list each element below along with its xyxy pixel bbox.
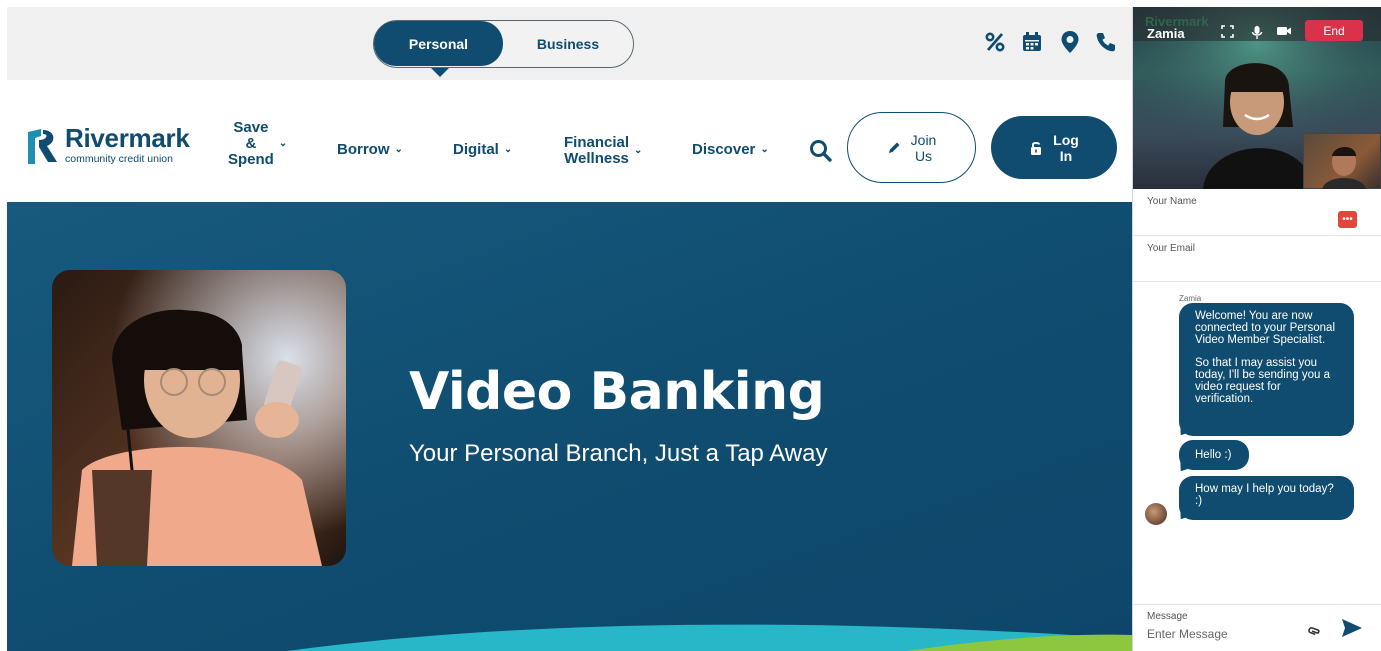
chevron-down-icon: ⌄: [278, 138, 288, 149]
decorative-wave: [287, 624, 1132, 651]
chevron-down-icon: ⌄: [503, 144, 513, 155]
lock-icon: [1031, 141, 1042, 155]
hero-subtitle: Your Personal Branch, Just a Tap Away: [409, 440, 828, 467]
nav-fw-line2: Wellness: [564, 150, 629, 167]
logo-name: Rivermark: [65, 123, 190, 153]
email-field-label: Your Email: [1147, 243, 1195, 254]
fullscreen-icon[interactable]: [1221, 25, 1234, 41]
main-navigation: Rivermark community credit union Save & …: [7, 80, 1132, 202]
nav-borrow[interactable]: Borrow ⌄: [337, 142, 403, 158]
join-line2: Us: [914, 147, 933, 164]
hero-photo: [52, 270, 346, 566]
self-view-video: [1303, 133, 1381, 189]
join-line1: Join: [910, 131, 937, 148]
business-tab[interactable]: Business: [503, 21, 633, 66]
nav-save-line3: Spend: [228, 151, 274, 168]
chat-message: Welcome! You are now connected to your P…: [1179, 303, 1354, 436]
message-label: Message: [1147, 611, 1188, 622]
message-text: Hello :): [1195, 449, 1232, 461]
microphone-icon[interactable]: [1251, 25, 1263, 43]
message-sender: Zamia: [1179, 294, 1202, 303]
camera-icon[interactable]: [1276, 25, 1292, 40]
nav-save-line1: Save: [233, 119, 269, 136]
name-field[interactable]: Your Name •••: [1133, 189, 1381, 236]
chevron-down-icon: ⌄: [634, 145, 643, 156]
hero-title: Video Banking: [409, 362, 825, 422]
end-call-button[interactable]: End: [1305, 20, 1363, 41]
percent-icon[interactable]: [982, 29, 1008, 55]
phone-icon[interactable]: [1093, 29, 1119, 55]
nav-borrow-label: Borrow: [337, 141, 390, 158]
chat-message: Hello :): [1179, 440, 1249, 470]
paperclip-icon[interactable]: [1305, 619, 1325, 639]
chevron-down-icon: ⌄: [760, 144, 769, 155]
rivermark-logo-icon: [28, 128, 57, 164]
website: Personal Business Rivermark community cr…: [7, 7, 1132, 651]
search-icon[interactable]: [808, 138, 834, 164]
join-us-button[interactable]: Join Us: [847, 112, 976, 183]
nav-save-line2: &: [245, 135, 257, 152]
calendar-icon[interactable]: [1019, 29, 1045, 55]
message-text: Welcome! You are now connected to your P…: [1195, 310, 1336, 346]
nav-digital-label: Digital: [453, 141, 499, 158]
nav-financial-wellness[interactable]: Financial Wellness ⌄: [564, 135, 642, 167]
agent-avatar: [1145, 503, 1167, 525]
login-line1: Log: [1053, 131, 1079, 148]
email-field[interactable]: Your Email: [1133, 236, 1381, 282]
name-field-label: Your Name: [1147, 196, 1197, 207]
more-options-icon[interactable]: •••: [1338, 211, 1357, 228]
location-icon[interactable]: [1057, 29, 1083, 55]
video-feed: Rivermark Zamia End: [1133, 7, 1381, 189]
message-composer: Message: [1133, 604, 1381, 651]
audience-toggle: Personal Business: [373, 20, 634, 68]
send-icon[interactable]: [1340, 617, 1364, 639]
chevron-down-icon: ⌄: [394, 144, 403, 155]
video-chat-panel: Rivermark Zamia End Your Name ••• Your E…: [1132, 7, 1381, 651]
logo-subtitle: community credit union: [65, 153, 173, 165]
login-line2: In: [1059, 147, 1073, 164]
hero-banner: Video Banking Your Personal Branch, Just…: [7, 202, 1132, 651]
top-utility-bar: Personal Business: [7, 7, 1132, 80]
chat-message: How may I help you today? :): [1179, 476, 1354, 520]
message-input[interactable]: [1147, 625, 1297, 643]
rivermark-logo[interactable]: Rivermark community credit union: [25, 125, 190, 166]
message-text: How may I help you today? :): [1195, 483, 1334, 507]
pencil-icon: [888, 142, 900, 153]
personal-tab[interactable]: Personal: [374, 21, 503, 66]
caller-name: Zamia: [1147, 26, 1185, 41]
active-tab-caret: [431, 68, 449, 77]
message-text: So that I may assist you today, I'll be …: [1195, 357, 1330, 405]
nav-save-spend[interactable]: Save & Spend ⌄: [228, 120, 287, 168]
nav-digital[interactable]: Digital ⌄: [453, 142, 512, 158]
nav-fw-line1: Financial: [564, 134, 630, 151]
nav-discover-label: Discover: [692, 141, 756, 158]
log-in-button[interactable]: Log In: [991, 116, 1117, 179]
nav-discover[interactable]: Discover ⌄: [692, 142, 769, 158]
